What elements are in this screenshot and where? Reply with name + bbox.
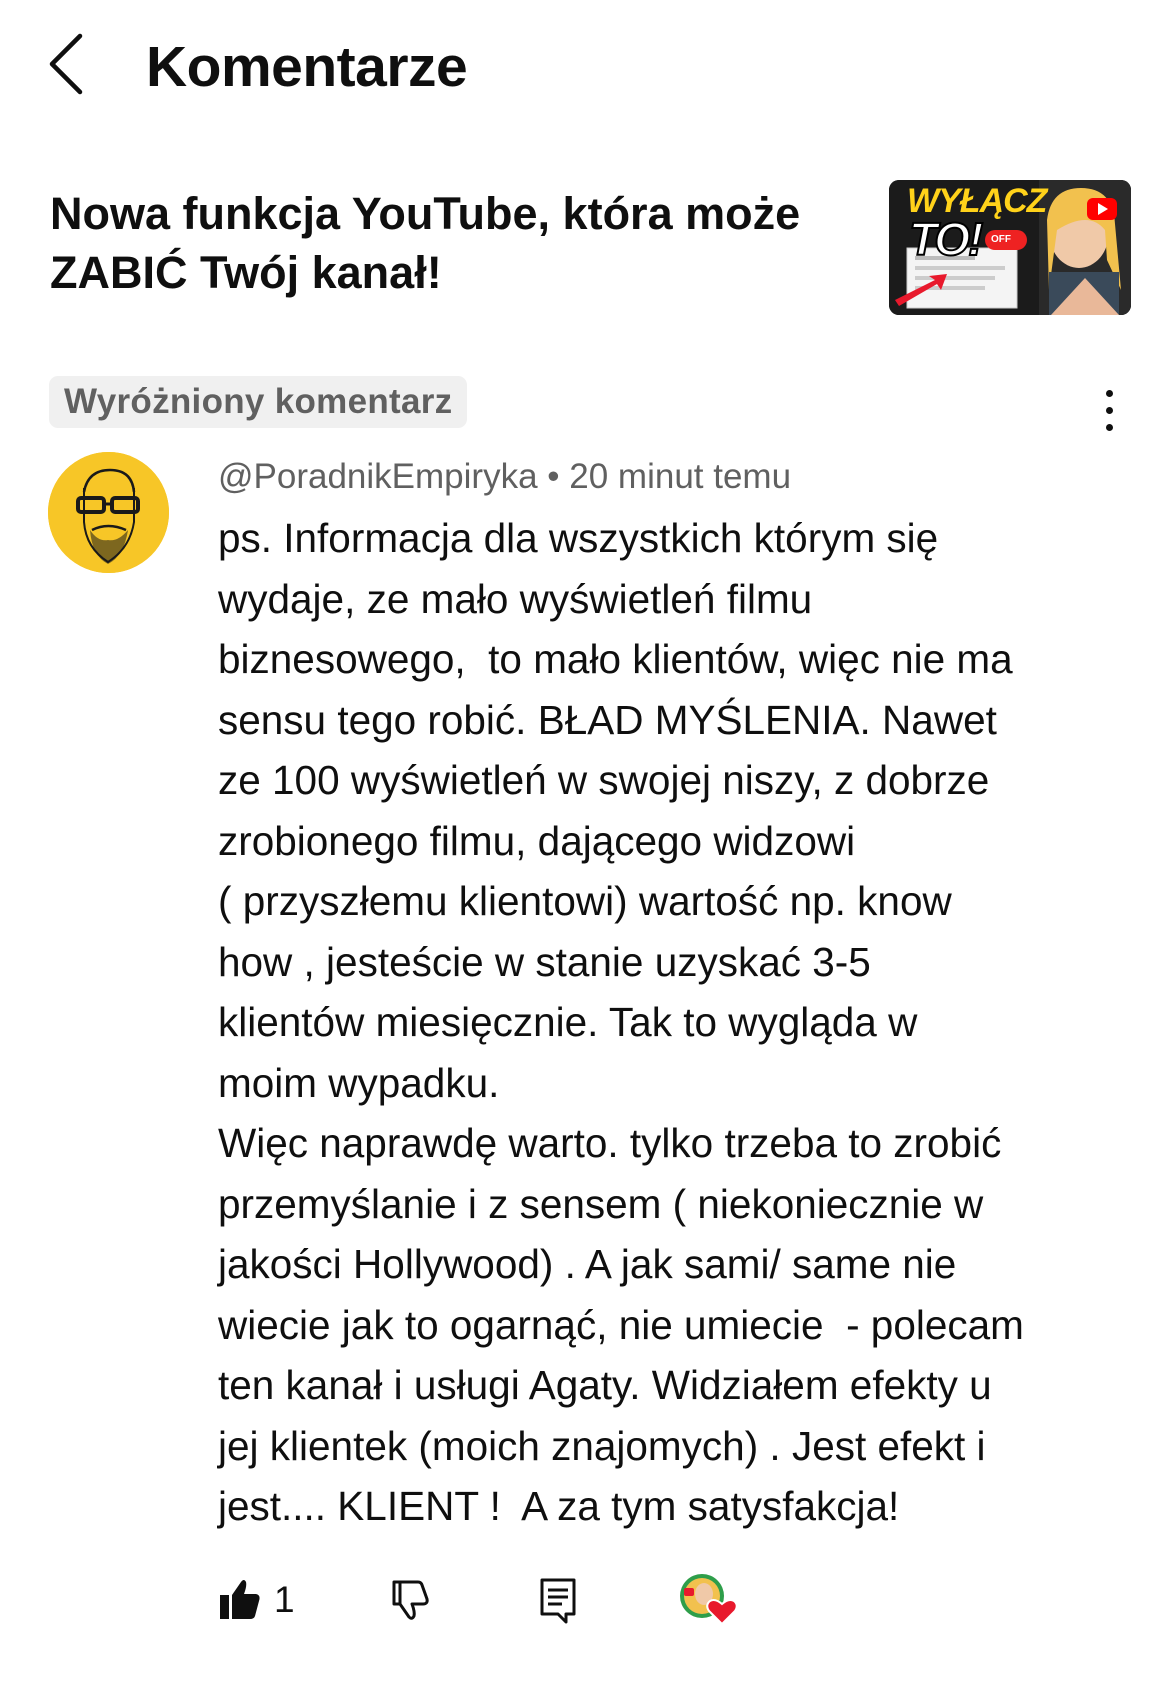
comment-text: ps. Informacja dla wszystkich którym się… [218, 515, 1024, 1529]
video-thumbnail[interactable]: WYŁĄCZ TO! OFF [889, 180, 1131, 315]
more-options-button[interactable] [1090, 388, 1130, 438]
creator-heart-icon [680, 1574, 738, 1626]
avatar[interactable] [48, 452, 169, 573]
meta-separator: • [547, 457, 560, 496]
chevron-left-icon [49, 33, 83, 95]
comment-actions: 1 [218, 1570, 1118, 1630]
comment-author[interactable]: @PoradnikEmpiryka [218, 457, 538, 496]
top-bar: Komentarze [0, 0, 1170, 140]
pinned-comment-badge: Wyróżniony komentarz [49, 376, 468, 428]
video-title[interactable]: Nowa funkcja YouTube, która może ZABIĆ T… [50, 184, 850, 302]
thumbnail-text-2: TO! [908, 213, 984, 265]
more-dot-icon [1106, 424, 1113, 431]
reply-button[interactable] [536, 1570, 596, 1630]
comment-meta: @PoradnikEmpiryka • 20 minut temu [218, 455, 791, 499]
thumbs-down-icon [392, 1580, 429, 1620]
thumbs-up-icon [220, 1580, 260, 1619]
creator-heart-badge [678, 1570, 748, 1630]
comment-icon [540, 1578, 576, 1624]
dislike-button[interactable] [386, 1570, 446, 1630]
like-button[interactable]: 1 [218, 1570, 318, 1630]
more-dot-icon [1106, 407, 1113, 414]
video-header[interactable]: Nowa funkcja YouTube, która może ZABIĆ T… [50, 180, 1131, 330]
thumbnail-toggle: OFF [985, 230, 1027, 250]
page-title: Komentarze [146, 35, 468, 99]
avatar-face-icon [48, 452, 169, 573]
comment-time: 20 minut temu [569, 457, 792, 496]
like-count: 1 [274, 1579, 295, 1620]
more-dot-icon [1106, 390, 1113, 397]
back-button[interactable] [46, 30, 102, 106]
